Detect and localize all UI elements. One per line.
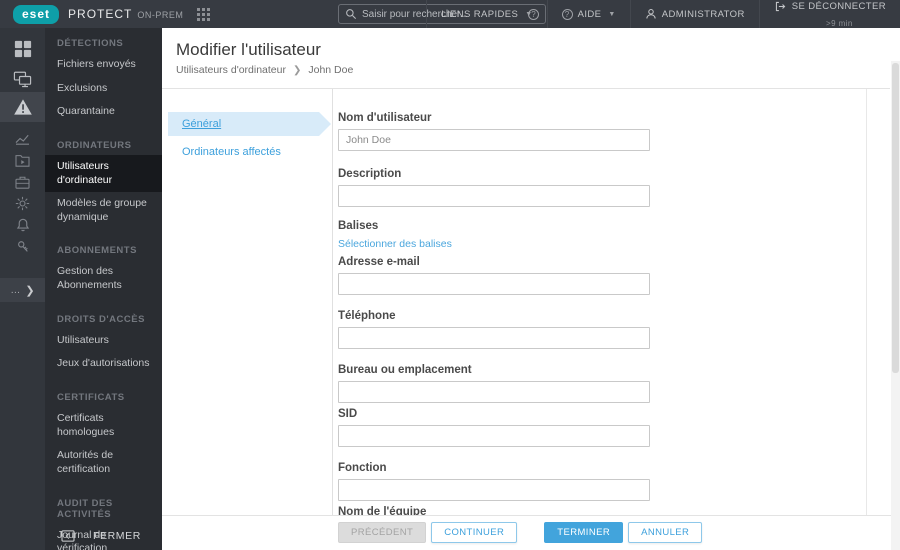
field-label: Nom d'utilisateur	[338, 112, 432, 124]
sidebar-item-gestion-abonnements[interactable]: Gestion des Abonnements	[45, 260, 162, 297]
sidebar-item-autorites-certification[interactable]: Autorités de certification	[45, 444, 162, 481]
wizard-footer: PRÉCÉDENT CONTINUER TERMINER ANNULER	[162, 515, 900, 550]
eset-protect-window: eset PROTECT ON-PREM ? LIENS RAPIDES ▼ ?…	[0, 0, 900, 550]
page-title: Modifier l'utilisateur	[176, 40, 321, 59]
bureau-input[interactable]	[338, 381, 650, 403]
user-icon	[645, 8, 657, 20]
detections-icon[interactable]	[0, 92, 45, 122]
sidebar-item-utilisateurs[interactable]: Utilisateurs	[45, 329, 162, 353]
tasks-folder-icon[interactable]	[0, 150, 45, 170]
sidebar-item-utilisateurs-ordinateur[interactable]: Utilisateurs d'ordinateur	[45, 154, 162, 193]
form-panel-border	[866, 89, 867, 515]
icon-rail: … ❯	[0, 28, 45, 550]
dashboard-icon[interactable]	[0, 36, 45, 62]
chevron-down-icon: ▼	[525, 10, 533, 18]
help-icon: ?	[561, 8, 573, 20]
license-key-icon[interactable]	[0, 237, 45, 257]
header-divider	[162, 88, 890, 89]
breadcrumb-separator-icon: ❯	[292, 64, 302, 76]
vertical-scrollbar[interactable]	[891, 61, 900, 550]
sidebar-item-certificats-homologues[interactable]: Certificats homologues	[45, 407, 162, 444]
tab-column-divider	[332, 89, 333, 550]
field-adresse-email: Adresse e-mail	[338, 256, 650, 295]
description-input[interactable]	[338, 185, 650, 207]
sidebar-item-modeles-groupe-dynamique[interactable]: Modèles de groupe dynamique	[45, 192, 162, 229]
apps-grid-icon[interactable]	[197, 7, 211, 21]
rail-expand-button[interactable]: … ❯	[0, 278, 45, 302]
fonction-input[interactable]	[338, 479, 650, 501]
logout-label: SE DÉCONNECTER	[791, 1, 886, 12]
field-label: Téléphone	[338, 310, 396, 322]
email-input[interactable]	[338, 273, 650, 295]
section-header-droits-acces: DROITS D'ACCÈS	[57, 313, 145, 325]
continue-button[interactable]: CONTINUER	[431, 522, 518, 543]
previous-button[interactable]: PRÉCÉDENT	[338, 522, 427, 543]
field-label: Adresse e-mail	[338, 256, 420, 268]
scrollbar-thumb[interactable]	[892, 63, 899, 373]
field-label: Fonction	[338, 462, 387, 474]
quick-links-label: LIENS RAPIDES	[441, 8, 519, 20]
field-description: Description	[338, 168, 650, 207]
section-header-audit: AUDIT DES ACTIVITÉS	[57, 497, 113, 520]
telephone-input[interactable]	[338, 327, 650, 349]
nom-utilisateur-input[interactable]	[338, 129, 650, 151]
sidebar-item-quarantaine[interactable]: Quarantaine	[45, 100, 162, 124]
computers-icon[interactable]	[0, 66, 45, 92]
collapse-label: FERMER	[93, 530, 141, 542]
breadcrumb-current: John Doe	[308, 64, 354, 76]
user-label: ADMINISTRATOR	[661, 8, 745, 20]
sidebar-item-fichiers-envoyes[interactable]: Fichiers envoyés	[45, 53, 162, 77]
product-edition: ON-PREM	[137, 10, 184, 20]
user-menu[interactable]: ADMINISTRATOR	[629, 0, 759, 28]
collapse-sidebar-button[interactable]: FERMER	[45, 530, 162, 542]
help-label: AIDE	[577, 8, 602, 20]
chevron-right-icon: ❯	[25, 284, 35, 297]
breadcrumb: Utilisateurs d'ordinateur ❯ John Doe	[176, 64, 353, 76]
section-header-certificats: CERTIFICATS	[57, 392, 125, 404]
field-sid: SID	[338, 408, 650, 447]
field-bureau-emplacement: Bureau ou emplacement	[338, 364, 650, 403]
sidebar-menu: DÉTECTIONS Fichiers envoyés Exclusions Q…	[45, 28, 162, 550]
field-telephone: Téléphone	[338, 310, 650, 349]
eset-logo: eset	[13, 4, 60, 24]
select-tags-link[interactable]: Sélectionner des balises	[338, 238, 452, 250]
tab-general[interactable]: Général	[168, 112, 331, 136]
collapse-icon	[61, 530, 75, 542]
main-content: Modifier l'utilisateur Utilisateurs d'or…	[162, 28, 900, 550]
section-header-detections: DÉTECTIONS	[57, 38, 124, 49]
field-label: Bureau ou emplacement	[338, 364, 472, 376]
sidebar-item-jeux-autorisations[interactable]: Jeux d'autorisations	[45, 352, 162, 376]
field-balises: Balises Sélectionner des balises	[338, 220, 650, 252]
tab-general-label: Général	[182, 118, 222, 130]
section-header-ordinateurs: ORDINATEURS	[57, 139, 132, 151]
field-fonction: Fonction	[338, 462, 650, 501]
ellipsis-icon: …	[10, 284, 22, 296]
finish-button[interactable]: TERMINER	[544, 522, 624, 543]
reports-icon[interactable]	[0, 128, 45, 148]
logout-button[interactable]: SE DÉCONNECTER >9 min	[758, 0, 900, 28]
section-header-abonnements: ABONNEMENTS	[57, 245, 137, 257]
top-bar: eset PROTECT ON-PREM ? LIENS RAPIDES ▼ ?…	[0, 0, 900, 28]
policies-gear-icon[interactable]	[0, 193, 45, 213]
installers-briefcase-icon[interactable]	[0, 172, 45, 192]
sid-input[interactable]	[338, 425, 650, 447]
notifications-bell-icon[interactable]	[0, 215, 45, 235]
help-menu[interactable]: ? AIDE ▼	[546, 0, 630, 28]
chevron-down-icon: ▼	[608, 10, 616, 18]
quick-links-menu[interactable]: LIENS RAPIDES ▼	[426, 0, 546, 28]
logout-timer: >9 min	[826, 19, 853, 28]
tab-ordinateurs-affectes[interactable]: Ordinateurs affectés	[182, 146, 281, 158]
product-name: PROTECT	[68, 7, 133, 21]
sidebar-item-exclusions[interactable]: Exclusions	[45, 77, 162, 101]
field-label: SID	[338, 408, 358, 420]
search-icon	[345, 8, 357, 20]
field-nom-utilisateur: Nom d'utilisateur	[338, 112, 650, 151]
breadcrumb-parent[interactable]: Utilisateurs d'ordinateur	[176, 64, 286, 76]
cancel-button[interactable]: ANNULER	[628, 522, 703, 543]
field-label: Description	[338, 168, 402, 180]
logout-icon	[774, 0, 787, 13]
field-label: Balises	[338, 220, 379, 232]
